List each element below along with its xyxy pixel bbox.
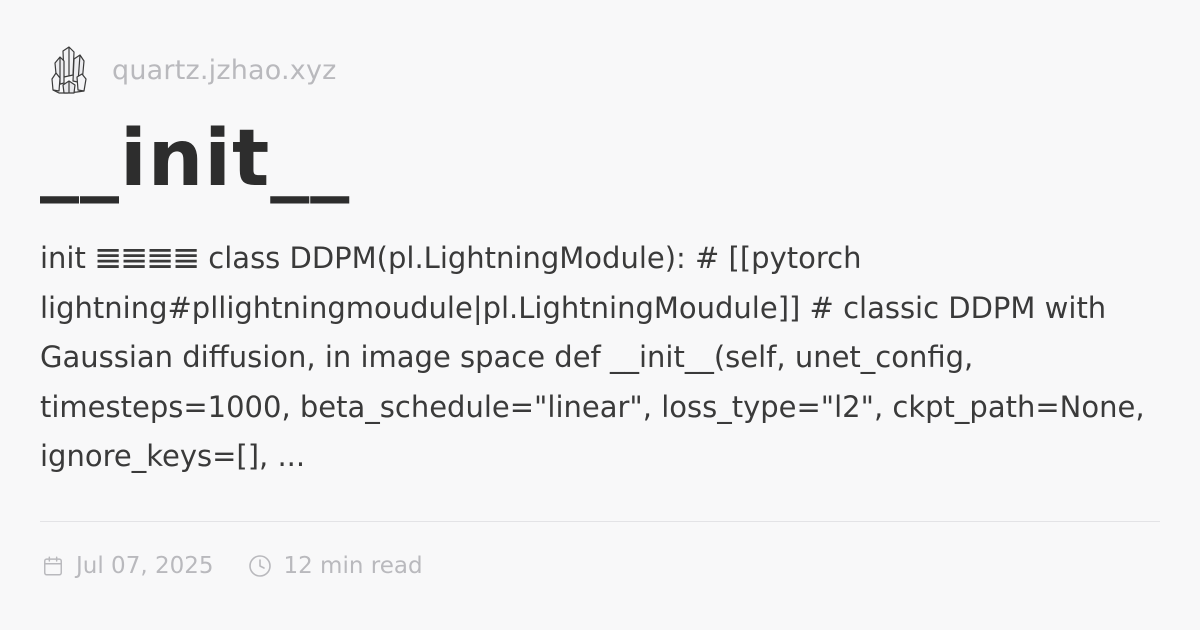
read-time-item: 12 min read bbox=[247, 553, 423, 579]
clock-icon bbox=[247, 553, 273, 579]
calendar-icon bbox=[40, 553, 66, 579]
crystal-logo-icon bbox=[44, 42, 94, 98]
og-card: quartz.jzhao.xyz __init__ init 𝌆𝌆𝌆𝌆 clas… bbox=[0, 0, 1200, 630]
publish-date: Jul 07, 2025 bbox=[76, 553, 214, 579]
site-header: quartz.jzhao.xyz bbox=[40, 40, 1160, 100]
meta-row: Jul 07, 2025 12 min read bbox=[40, 553, 423, 579]
site-name: quartz.jzhao.xyz bbox=[112, 54, 337, 86]
date-item: Jul 07, 2025 bbox=[40, 553, 213, 579]
read-time: 12 min read bbox=[283, 553, 423, 579]
page-description: init 𝌆𝌆𝌆𝌆 class DDPM(pl.LightningModule)… bbox=[40, 241, 1145, 473]
page-title: __init__ bbox=[40, 114, 351, 204]
divider bbox=[40, 521, 1160, 522]
